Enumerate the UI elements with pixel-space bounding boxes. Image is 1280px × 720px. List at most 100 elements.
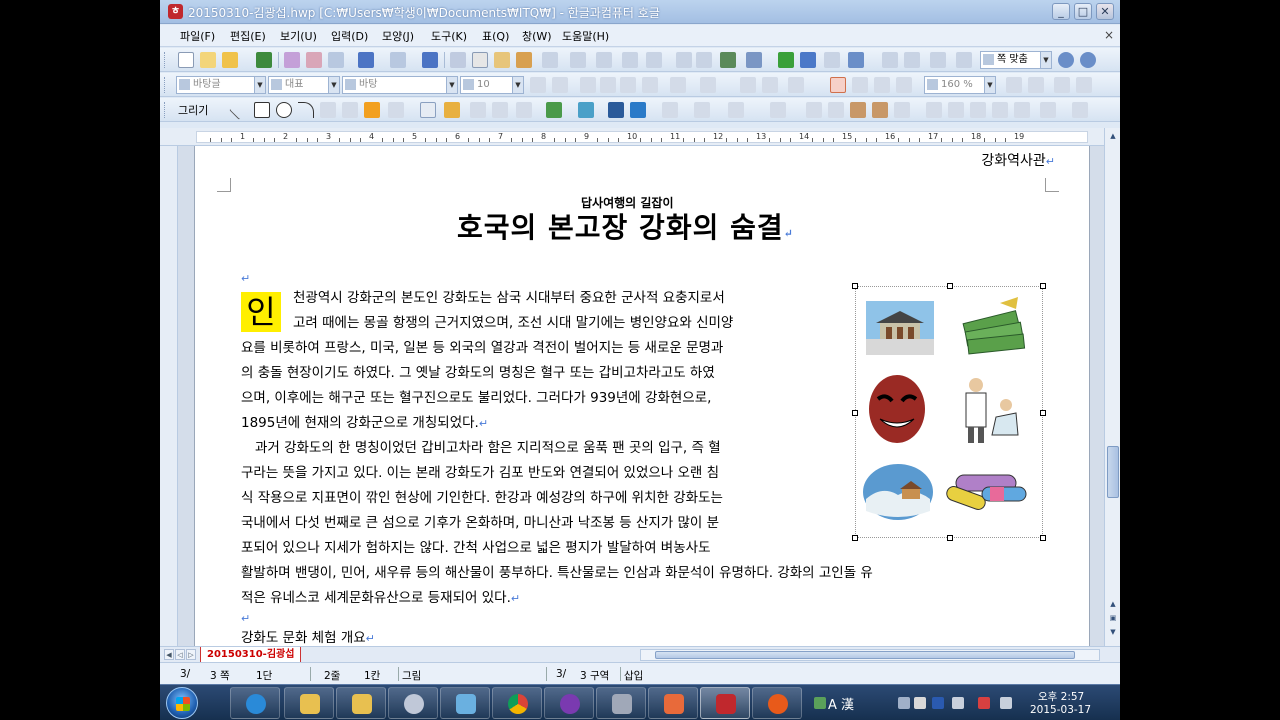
- start-button[interactable]: [166, 687, 198, 719]
- rotate-tool-icon[interactable]: [492, 102, 508, 118]
- resize-handle[interactable]: [1040, 283, 1046, 289]
- justify-icon[interactable]: [830, 77, 846, 93]
- bookmark-icon[interactable]: [696, 52, 712, 68]
- scroll-up-icon[interactable]: ▲: [1107, 130, 1119, 142]
- spacing-icon[interactable]: [740, 77, 756, 93]
- page-up-icon[interactable]: ▲: [1107, 598, 1119, 610]
- layout-icon[interactable]: [904, 52, 920, 68]
- equation-icon[interactable]: [800, 52, 816, 68]
- open-folder-icon[interactable]: [222, 52, 238, 68]
- taskbar-app[interactable]: [440, 687, 490, 719]
- para-shape-icon[interactable]: [596, 52, 612, 68]
- effect-icon[interactable]: [1040, 102, 1056, 118]
- ellipse-tool-icon[interactable]: [276, 102, 292, 118]
- outdent-icon[interactable]: [1028, 77, 1044, 93]
- ruler-scale[interactable]: 1 2 3 4 5 6 7 8 9 10 11 12 13 14 15 16 17 18 19: [196, 131, 1088, 143]
- resize-handle[interactable]: [1040, 410, 1046, 416]
- taskbar-capture[interactable]: [388, 687, 438, 719]
- draw-menu-label[interactable]: 그리기: [178, 102, 208, 118]
- title-bar[interactable]: ㅎ 20150310-김광섭.hwp [C:₩Users₩학생이₩Documen…: [160, 0, 1120, 24]
- grid-icon[interactable]: [882, 52, 898, 68]
- distribute-icon[interactable]: [872, 102, 888, 118]
- print-icon[interactable]: [284, 52, 300, 68]
- column-icon[interactable]: [930, 52, 946, 68]
- rectangle-tool-icon[interactable]: [254, 102, 270, 118]
- wrap-icon[interactable]: [948, 102, 964, 118]
- new-document-icon[interactable]: [178, 52, 194, 68]
- resize-handle[interactable]: [852, 410, 858, 416]
- shadow-icon[interactable]: [770, 102, 786, 118]
- tray-n-icon[interactable]: [932, 697, 944, 709]
- page-down-icon[interactable]: ▼: [1107, 626, 1119, 638]
- style-icon[interactable]: [622, 52, 638, 68]
- size-icon[interactable]: [894, 102, 910, 118]
- toolbar-grip[interactable]: [164, 52, 167, 68]
- menu-file[interactable]: 파일(F): [180, 28, 215, 44]
- fill-color-icon[interactable]: [578, 102, 594, 118]
- align-right-icon[interactable]: [874, 77, 890, 93]
- chevron-down-icon[interactable]: ▼: [446, 77, 457, 93]
- resize-handle[interactable]: [852, 535, 858, 541]
- shade-icon[interactable]: [670, 77, 686, 93]
- volume-icon[interactable]: [952, 697, 964, 709]
- line-weight-icon[interactable]: [694, 102, 710, 118]
- toolbar-grip[interactable]: [164, 77, 167, 93]
- note-icon[interactable]: [646, 52, 662, 68]
- paste-icon[interactable]: [494, 52, 510, 68]
- insert-picture-icon[interactable]: [720, 52, 736, 68]
- vertical-ruler[interactable]: [160, 146, 178, 646]
- menu-help[interactable]: 도움말(H): [562, 28, 609, 44]
- bring-front-icon[interactable]: [608, 102, 624, 118]
- network-icon[interactable]: [978, 697, 990, 709]
- textbox-tool-icon[interactable]: [420, 102, 436, 118]
- numbering-icon[interactable]: [1076, 77, 1092, 93]
- h-scroll-thumb[interactable]: [655, 651, 1075, 659]
- page-view-icon[interactable]: ▣: [1107, 612, 1119, 624]
- align-left-icon[interactable]: [852, 77, 868, 93]
- menu-table[interactable]: 표(Q): [482, 28, 509, 44]
- vertical-scrollbar[interactable]: ▲ ▲ ▣ ▼: [1104, 128, 1120, 646]
- taskbar-show[interactable]: [648, 687, 698, 719]
- highlight-icon[interactable]: [762, 77, 778, 93]
- resize-handle[interactable]: [947, 283, 953, 289]
- zoom-combo[interactable]: 쪽 맞춤 ▼: [980, 51, 1052, 69]
- font-size-combo[interactable]: 10 ▼: [460, 76, 524, 94]
- group-icon[interactable]: [806, 102, 822, 118]
- select-tool-icon[interactable]: [470, 102, 486, 118]
- size-up-icon[interactable]: [530, 77, 546, 93]
- page-setup-icon[interactable]: [956, 52, 972, 68]
- find-icon[interactable]: [422, 52, 438, 68]
- underline-icon[interactable]: [620, 77, 636, 93]
- ime-icon[interactable]: [814, 697, 826, 709]
- doc-close-icon[interactable]: ×: [1104, 28, 1114, 42]
- pencil-tool-icon[interactable]: [364, 102, 380, 118]
- scroll-thumb[interactable]: [1107, 446, 1119, 498]
- cut-icon[interactable]: [328, 52, 344, 68]
- close-button[interactable]: ✕: [1096, 3, 1114, 20]
- align-objects-icon[interactable]: [850, 102, 866, 118]
- tab-first-icon[interactable]: ◀: [164, 649, 174, 660]
- chevron-down-icon[interactable]: ▼: [512, 77, 523, 93]
- line-tool-icon[interactable]: [229, 100, 249, 120]
- resize-handle[interactable]: [852, 283, 858, 289]
- taskbar-hwp[interactable]: [700, 687, 750, 719]
- format-painter-icon[interactable]: [516, 52, 532, 68]
- redo-icon[interactable]: [390, 52, 406, 68]
- copy-icon[interactable]: [472, 52, 488, 68]
- text-art-icon[interactable]: [824, 52, 840, 68]
- font-color-icon[interactable]: [642, 77, 658, 93]
- document-area[interactable]: 강화역사관↵ 답사여행의 길잡이 호국의 본고장 강화의 숨결↵ ↵ 인 천광역…: [178, 146, 1104, 646]
- taskbar-game[interactable]: [596, 687, 646, 719]
- taskbar-ie[interactable]: [230, 687, 280, 719]
- menu-tools[interactable]: 도구(K): [431, 28, 467, 44]
- menu-insert[interactable]: 입력(D): [331, 28, 368, 44]
- undo-icon[interactable]: [358, 52, 374, 68]
- print-preview-icon[interactable]: [306, 52, 322, 68]
- horizontal-scrollbar[interactable]: [640, 649, 1100, 661]
- hyperlink-icon[interactable]: [676, 52, 692, 68]
- object-props-icon[interactable]: [926, 102, 942, 118]
- cut-scissors-icon[interactable]: [450, 52, 466, 68]
- maximize-button[interactable]: □: [1074, 3, 1092, 20]
- minimize-button[interactable]: _: [1052, 3, 1070, 20]
- size-down-icon[interactable]: [552, 77, 568, 93]
